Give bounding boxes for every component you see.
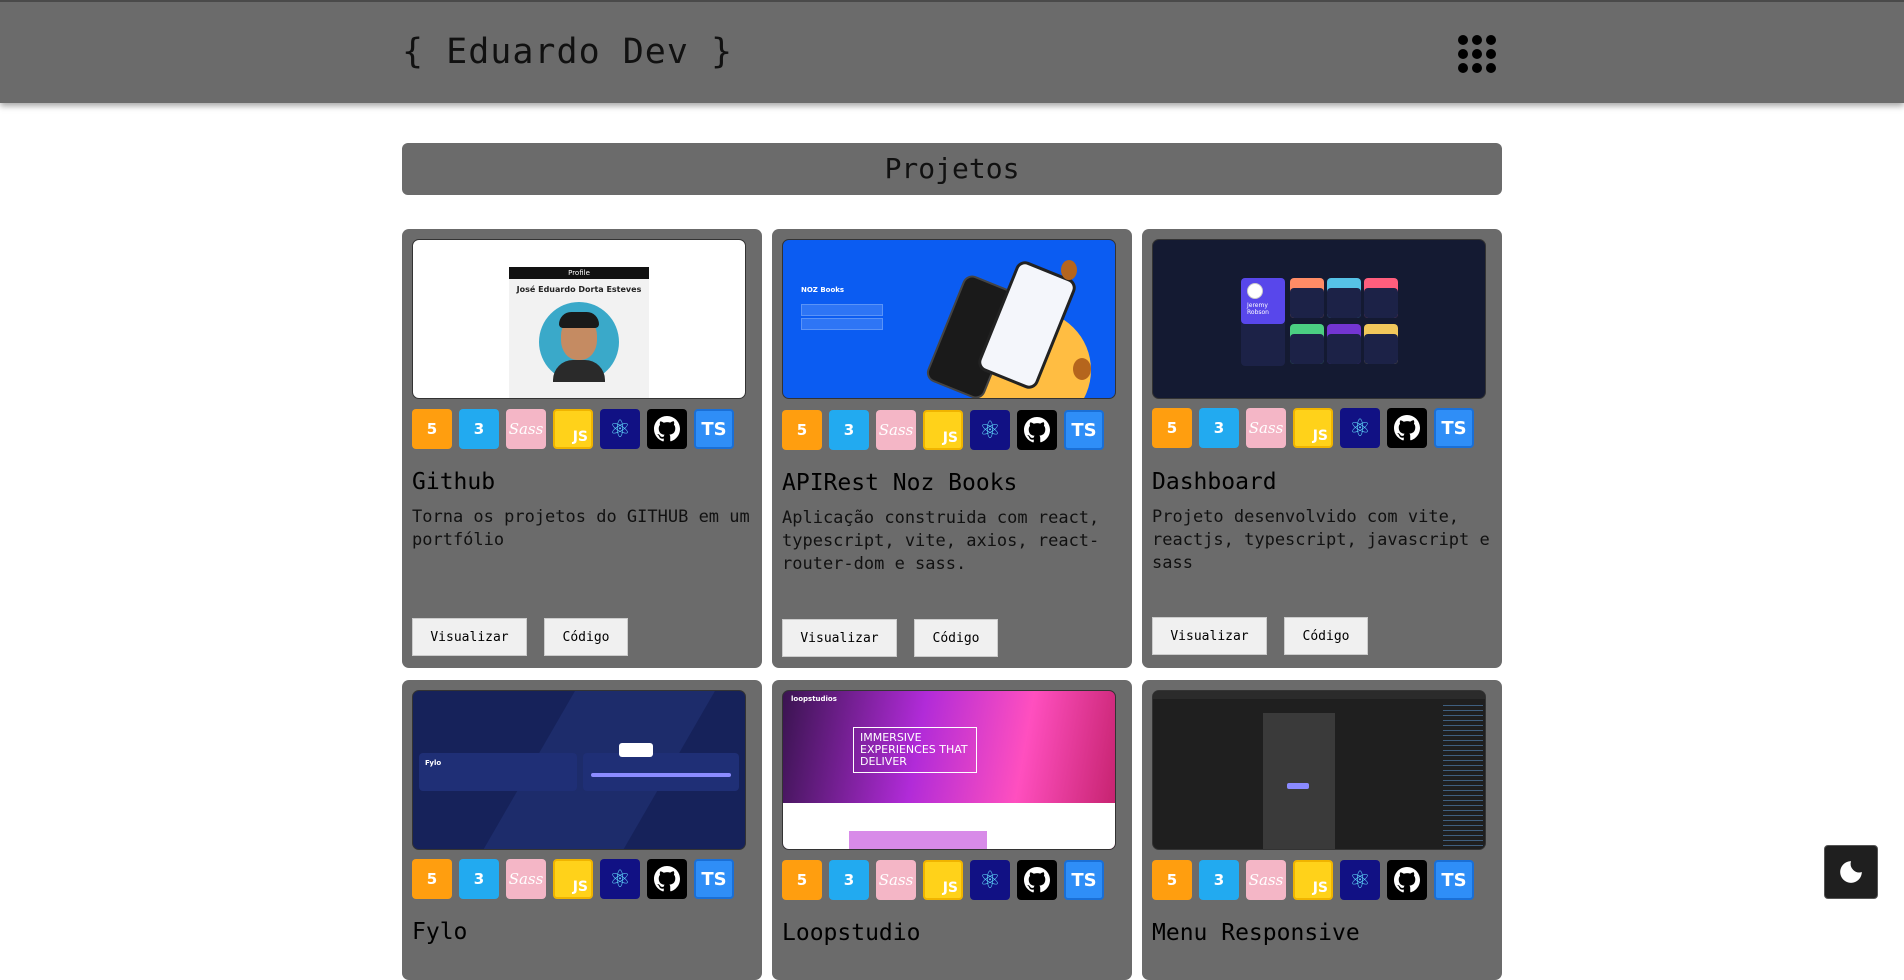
css3-icon: 3 — [1199, 860, 1239, 900]
project-card-dashboard: Jeremy Robson 5 3 Sass JS ⚛ TS Dashboard… — [1142, 229, 1502, 668]
moon-icon — [1840, 861, 1862, 883]
sass-icon: Sass — [876, 410, 916, 450]
avatar — [539, 302, 619, 382]
css3-icon: 3 — [459, 409, 499, 449]
view-button[interactable]: Visualizar — [412, 618, 527, 656]
tech-icons: 5 3 Sass JS ⚛ TS — [782, 860, 1104, 900]
javascript-icon: JS — [553, 859, 593, 899]
sass-icon: Sass — [1246, 408, 1286, 448]
react-icon: ⚛ — [1340, 408, 1380, 448]
card-title: Menu Responsive — [1152, 920, 1360, 946]
typescript-icon: TS — [694, 859, 734, 899]
html5-icon: 5 — [412, 409, 452, 449]
top-nav: { Eduardo Dev } — [0, 0, 1904, 103]
tech-icons: 5 3 Sass JS ⚛ TS — [412, 409, 734, 449]
css3-icon: 3 — [459, 859, 499, 899]
typescript-icon: TS — [694, 409, 734, 449]
project-thumbnail: loopstudios IMMERSIVE EXPERIENCES THAT D… — [782, 690, 1116, 850]
project-thumbnail — [1152, 690, 1486, 850]
html5-icon: 5 — [1152, 860, 1192, 900]
tech-icons: 5 3 Sass JS ⚛ TS — [1152, 860, 1474, 900]
card-description: Aplicação construida com react, typescri… — [782, 508, 1100, 574]
html5-icon: 5 — [782, 410, 822, 450]
html5-icon: 5 — [782, 860, 822, 900]
github-icon — [1387, 860, 1427, 900]
typescript-icon: TS — [1434, 408, 1474, 448]
javascript-icon: JS — [1293, 860, 1333, 900]
card-title: Fylo — [412, 919, 468, 945]
project-card-fylo: Fylo 5 3 Sass JS ⚛ TS Fylo — [402, 680, 762, 980]
code-button[interactable]: Código — [914, 619, 998, 657]
javascript-icon: JS — [1293, 408, 1333, 448]
card-description: Projeto desenvolvido com vite, reactjs, … — [1152, 507, 1490, 573]
logo[interactable]: { Eduardo Dev } — [402, 32, 733, 72]
typescript-icon: TS — [1064, 410, 1104, 450]
react-icon: ⚛ — [970, 860, 1010, 900]
thumb-brand: loopstudios — [791, 695, 837, 703]
sass-icon: Sass — [1246, 860, 1286, 900]
view-button[interactable]: Visualizar — [1152, 617, 1267, 655]
project-thumbnail: Jeremy Robson — [1152, 239, 1486, 399]
card-description: Torna os projetos do GITHUB em um portfó… — [412, 507, 750, 550]
tech-icons: 5 3 Sass JS ⚛ TS — [412, 859, 734, 899]
react-icon: ⚛ — [970, 410, 1010, 450]
react-icon: ⚛ — [1340, 860, 1380, 900]
javascript-icon: JS — [923, 860, 963, 900]
sass-icon: Sass — [506, 409, 546, 449]
sass-icon: Sass — [876, 860, 916, 900]
project-card-github: Profile José Eduardo Dorta Esteves 5 3 S… — [402, 229, 762, 668]
javascript-icon: JS — [923, 410, 963, 450]
card-title: Dashboard — [1152, 469, 1277, 495]
project-thumbnail: NOZ Books — [782, 239, 1116, 399]
tech-icons: 5 3 Sass JS ⚛ TS — [782, 410, 1104, 450]
html5-icon: 5 — [1152, 408, 1192, 448]
sass-icon: Sass — [506, 859, 546, 899]
project-card-noz-books: NOZ Books 5 3 Sass JS ⚛ TS APIRest Noz B… — [772, 229, 1132, 668]
theme-toggle-button[interactable] — [1824, 845, 1878, 899]
section-title: Projetos — [402, 143, 1502, 195]
tech-icons: 5 3 Sass JS ⚛ TS — [1152, 408, 1474, 448]
code-button[interactable]: Código — [1284, 617, 1368, 655]
grid-dots-icon[interactable] — [1458, 35, 1496, 73]
project-thumbnail: Fylo — [412, 690, 746, 850]
thumb-brand: Fylo — [425, 759, 442, 767]
javascript-icon: JS — [553, 409, 593, 449]
project-card-menu-responsive: 5 3 Sass JS ⚛ TS Menu Responsive — [1142, 680, 1502, 980]
css3-icon: 3 — [829, 410, 869, 450]
project-card-loopstudio: loopstudios IMMERSIVE EXPERIENCES THAT D… — [772, 680, 1132, 980]
html5-icon: 5 — [412, 859, 452, 899]
github-icon — [647, 859, 687, 899]
github-icon — [1387, 408, 1427, 448]
css3-icon: 3 — [1199, 408, 1239, 448]
react-icon: ⚛ — [600, 859, 640, 899]
card-title: APIRest Noz Books — [782, 470, 1018, 496]
thumb-user: Jeremy Robson — [1247, 302, 1269, 316]
react-icon: ⚛ — [600, 409, 640, 449]
thumb-header: Profile — [509, 267, 649, 279]
view-button[interactable]: Visualizar — [782, 619, 897, 657]
code-button[interactable]: Código — [544, 618, 628, 656]
css3-icon: 3 — [829, 860, 869, 900]
card-title: Github — [412, 469, 496, 495]
typescript-icon: TS — [1064, 860, 1104, 900]
thumb-brand: NOZ Books — [801, 286, 845, 294]
github-icon — [1017, 860, 1057, 900]
typescript-icon: TS — [1434, 860, 1474, 900]
github-icon — [1017, 410, 1057, 450]
project-thumbnail: Profile José Eduardo Dorta Esteves — [412, 239, 746, 399]
github-icon — [647, 409, 687, 449]
thumb-headline: IMMERSIVE EXPERIENCES THAT DELIVER — [853, 727, 977, 773]
card-title: Loopstudio — [782, 920, 921, 946]
thumb-name: José Eduardo Dorta Esteves — [516, 285, 642, 294]
